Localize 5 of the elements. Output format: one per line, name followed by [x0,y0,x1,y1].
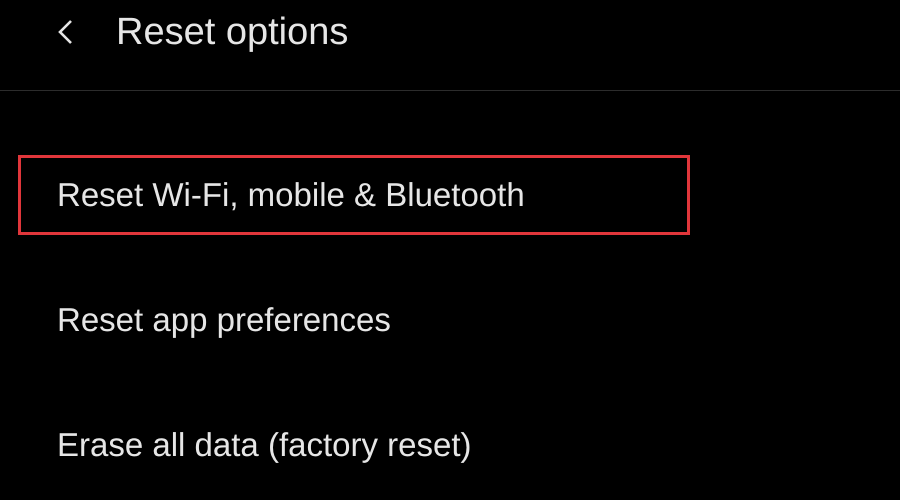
menu-item[interactable]: Reset Wi-Fi, mobile & Bluetooth [18,155,690,235]
menu-item[interactable]: Reset app preferences [18,280,690,360]
page-title: Reset options [116,10,348,54]
menu-item[interactable]: Erase all data (factory reset) [18,405,690,485]
chevron-left-icon [56,19,74,45]
